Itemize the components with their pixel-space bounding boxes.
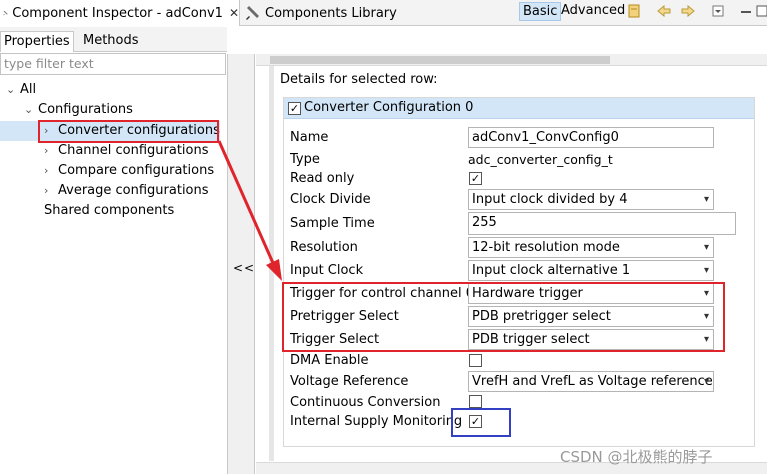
chevron-down-icon: ▾ <box>703 376 709 387</box>
type-value: adc_converter_config_t <box>468 152 613 167</box>
readonly-label: Read only <box>290 171 355 186</box>
pane-divider: << <box>227 54 255 474</box>
inspector-icon <box>3 10 8 16</box>
select-value: VrefH and VrefL as Voltage reference. <box>472 374 714 389</box>
tree-label: Shared components <box>44 203 175 218</box>
tree-label: Average configurations <box>58 183 209 198</box>
input-clock-label: Input Clock <box>290 263 364 278</box>
resolution-label: Resolution <box>290 240 358 255</box>
annotation-red-box-triggers <box>282 282 725 352</box>
chevron-right-icon[interactable]: › <box>44 161 58 181</box>
chevron-down-icon: ▾ <box>703 242 709 253</box>
tree-node-channel-configurations[interactable]: › Channel configurations <box>44 141 209 161</box>
collapse-pane-button[interactable]: << <box>233 261 255 275</box>
input-clock-select[interactable]: Input clock alternative 1 ▾ <box>468 260 714 281</box>
chevron-down-icon[interactable]: ⌄ <box>6 80 20 100</box>
chevron-right-icon[interactable]: › <box>44 141 58 161</box>
select-value: Input clock alternative 1 <box>472 263 631 278</box>
menu-icon[interactable] <box>709 3 726 20</box>
chevron-down-icon[interactable]: ⌄ <box>24 100 38 120</box>
forward-arrow-icon[interactable] <box>679 3 696 20</box>
converter-config-panel: ✓ Converter Configuration 0 Name adConv1… <box>283 97 755 447</box>
readonly-checkbox[interactable]: ✓ <box>469 172 482 185</box>
close-icon[interactable]: ✕ <box>229 6 239 20</box>
tab-label: Component Inspector - adConv1 <box>12 5 223 21</box>
supply-monitoring-label: Internal Supply Monitoring <box>290 414 463 429</box>
vertical-scrollbar[interactable] <box>269 66 274 461</box>
continuous-conversion-label: Continuous Conversion <box>290 395 441 410</box>
tab-component-inspector[interactable]: Component Inspector - adConv1 ✕ <box>0 0 240 26</box>
advanced-mode-button[interactable]: Advanced <box>561 2 625 21</box>
tab-label: Components Library <box>265 5 397 21</box>
watermark: CSDN @北极熊的脖子 <box>560 448 713 466</box>
select-value: 12-bit resolution mode <box>472 240 620 255</box>
back-arrow-icon[interactable] <box>655 3 672 20</box>
tree-node-all[interactable]: ⌄ All <box>6 80 36 100</box>
tree-node-configurations[interactable]: ⌄ Configurations <box>24 100 133 120</box>
clock-divide-select[interactable]: Input clock divided by 4 ▾ <box>468 189 714 210</box>
name-input[interactable]: adConv1_ConvConfig0 <box>468 127 714 148</box>
tree-node-compare-configurations[interactable]: › Compare configurations <box>44 161 214 181</box>
config-header-label: Converter Configuration 0 <box>304 100 474 115</box>
basic-mode-button[interactable]: Basic <box>519 2 562 21</box>
maximize-icon[interactable] <box>754 3 767 20</box>
clock-divide-label: Clock Divide <box>290 192 371 207</box>
name-label: Name <box>290 130 329 145</box>
tree-node-shared-components[interactable]: Shared components <box>44 201 174 221</box>
scrollbar-thumb[interactable] <box>270 56 610 64</box>
select-value: Input clock divided by 4 <box>472 192 628 207</box>
chevron-right-icon[interactable]: › <box>44 181 58 201</box>
config-enable-checkbox[interactable]: ✓ <box>288 102 301 115</box>
tree-label: Configurations <box>38 102 133 117</box>
tab-components-library[interactable]: Components Library <box>241 0 511 26</box>
tree-label: Compare configurations <box>58 163 215 178</box>
tab-properties[interactable]: Properties <box>0 31 74 52</box>
tree-label: All <box>20 82 37 97</box>
properties-methods-tabs: Properties Methods <box>0 27 227 52</box>
tab-methods[interactable]: Methods <box>80 31 142 52</box>
pin-icon[interactable] <box>625 3 642 20</box>
details-heading: Details for selected row: <box>280 72 438 87</box>
config-header[interactable]: ✓ Converter Configuration 0 <box>284 98 754 119</box>
editor-tab-bar: Component Inspector - adConv1 ✕ Componen… <box>0 0 767 26</box>
filter-input[interactable]: type filter text <box>0 53 226 75</box>
chevron-down-icon: ▾ <box>703 265 709 276</box>
sample-time-input[interactable]: 255 <box>468 212 736 235</box>
voltage-reference-select[interactable]: VrefH and VrefL as Voltage reference. ▾ <box>468 371 714 392</box>
sample-time-label: Sample Time <box>290 216 375 231</box>
annotation-blue-box-supply <box>451 408 511 437</box>
library-icon <box>246 6 259 20</box>
horizontal-scrollbar[interactable] <box>256 54 767 66</box>
tree-node-average-configurations[interactable]: › Average configurations <box>44 181 209 201</box>
voltage-reference-label: Voltage Reference <box>290 374 409 389</box>
minimize-icon[interactable] <box>737 3 754 20</box>
dma-enable-checkbox[interactable] <box>469 354 482 367</box>
type-label: Type <box>290 152 320 167</box>
annotation-red-box-tree <box>38 120 219 143</box>
resolution-select[interactable]: 12-bit resolution mode ▾ <box>468 237 714 258</box>
dma-enable-label: DMA Enable <box>290 353 369 368</box>
chevron-down-icon: ▾ <box>703 194 709 205</box>
tree-label: Channel configurations <box>58 143 209 158</box>
continuous-conversion-checkbox[interactable] <box>469 395 482 408</box>
details-pane: Details for selected row: ✓ Converter Co… <box>256 54 767 474</box>
